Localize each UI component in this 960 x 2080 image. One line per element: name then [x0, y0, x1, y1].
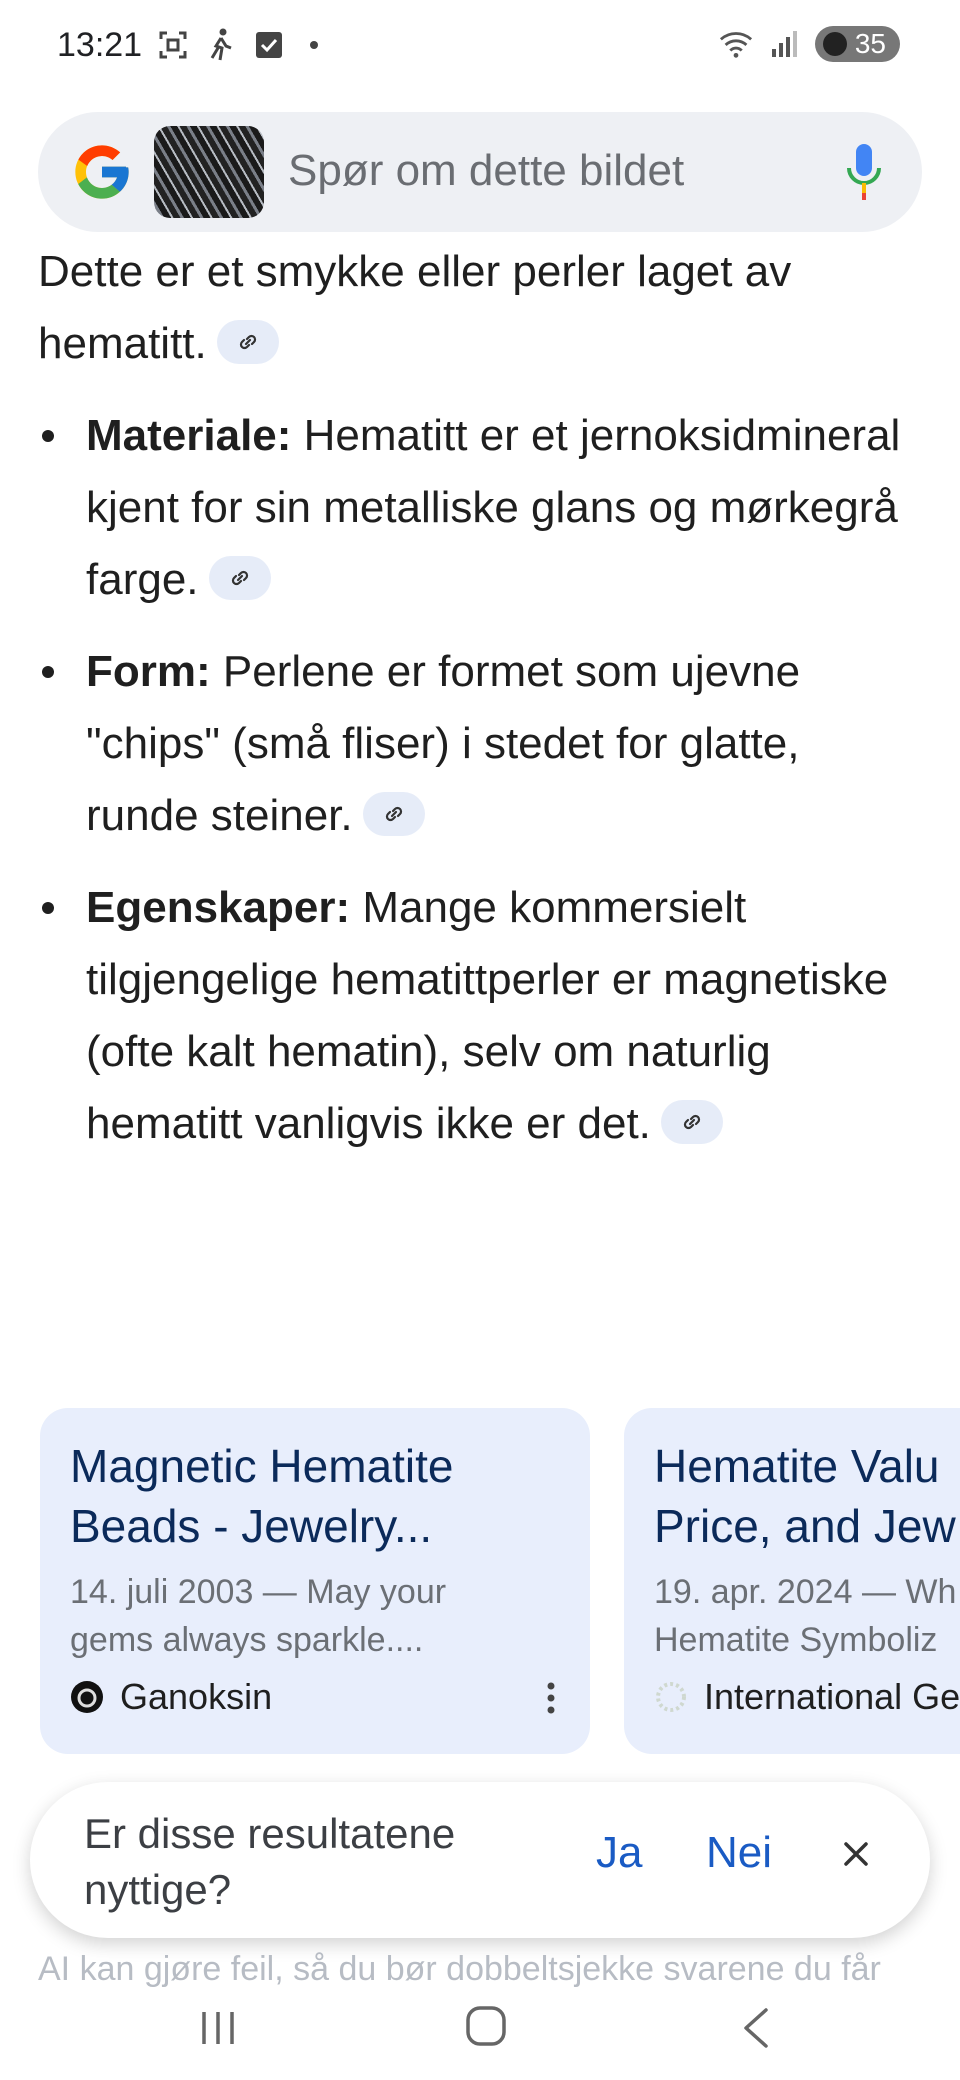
walking-icon: [204, 28, 238, 62]
search-bar[interactable]: Spør om dette bildet: [38, 112, 922, 232]
close-icon[interactable]: [836, 1834, 876, 1874]
card-snippet: 19. apr. 2024 — Wh Hematite Symboliz: [654, 1568, 960, 1664]
ganoksin-favicon-icon: [71, 1681, 103, 1713]
list-item: Materiale: Hematitt er et jernoksidminer…: [38, 400, 922, 616]
source-cards-carousel[interactable]: Magnetic Hematite Beads - Jewelry... 14.…: [40, 1408, 960, 1758]
card-title[interactable]: Magnetic Hematite Beads - Jewelry...: [70, 1436, 590, 1556]
bullet-title: Materiale:: [86, 411, 292, 460]
notification-dot-icon: [310, 41, 318, 49]
feedback-prompt: Er disse resultatene nyttige? Ja Nei: [30, 1782, 930, 1938]
status-bar: 13:21 35: [0, 0, 960, 96]
card-snippet-line: gems always sparkle....: [70, 1621, 424, 1659]
source-card[interactable]: Magnetic Hematite Beads - Jewelry... 14.…: [40, 1408, 590, 1754]
card-title-line: Price, and Jew: [654, 1500, 956, 1552]
link-icon: [239, 335, 256, 350]
feedback-question: Er disse resultatene nyttige?: [84, 1810, 456, 1913]
card-source: International Ge: [654, 1676, 960, 1718]
card-snippet-line: Hematite Symboliz: [654, 1621, 938, 1659]
battery-level: 35: [854, 28, 886, 59]
link-icon: [231, 571, 248, 586]
screenshot-icon: [156, 28, 190, 62]
wifi-icon: [719, 27, 753, 61]
card-source: Ganoksin: [70, 1676, 272, 1718]
microphone-icon[interactable]: [844, 142, 884, 202]
source-link-chip[interactable]: [660, 1100, 723, 1145]
answer-intro-text: Dette er et smykke eller perler laget av…: [38, 247, 792, 368]
gia-favicon-icon: [656, 1682, 686, 1712]
home-icon[interactable]: [464, 2004, 508, 2048]
system-navigation-bar: [0, 1990, 960, 2080]
checkbox-icon: [252, 28, 286, 62]
more-options-icon[interactable]: [546, 1678, 556, 1718]
list-item: Egenskaper: Mange kommersielt tilgjengel…: [38, 872, 922, 1160]
ai-disclaimer: AI kan gjøre feil, så du bør dobbeltsjek…: [38, 1950, 881, 1988]
signal-icon: [767, 27, 801, 61]
link-icon: [683, 1115, 701, 1130]
google-logo-icon[interactable]: [70, 140, 134, 204]
card-snippet-line: 14. juli 2003 — May your: [70, 1573, 447, 1611]
card-title-line: Beads - Jewelry...: [70, 1500, 433, 1552]
card-title[interactable]: Hematite Valu Price, and Jew: [654, 1436, 960, 1556]
battery-saver-icon: [822, 32, 847, 56]
source-link-chip[interactable]: [208, 556, 271, 601]
battery-icon: 35: [814, 26, 900, 62]
bullet-title: Egenskaper:: [86, 883, 351, 932]
source-card[interactable]: Hematite Valu Price, and Jew 19. apr. 20…: [624, 1408, 960, 1754]
answer-intro: Dette er et smykke eller perler laget av…: [38, 236, 922, 380]
status-icons-left: [156, 28, 318, 62]
card-title-line: Magnetic Hematite: [70, 1440, 454, 1492]
card-source-name: Ganoksin: [120, 1676, 273, 1717]
feedback-yes-button[interactable]: Ja: [596, 1828, 642, 1878]
feedback-no-button[interactable]: Nei: [706, 1828, 772, 1878]
status-icons-right: 35: [719, 26, 900, 62]
answer-bullets: Materiale: Hematitt er et jernoksidminer…: [38, 400, 922, 1160]
source-link-chip[interactable]: [216, 320, 279, 365]
search-input[interactable]: Spør om dette bildet: [288, 146, 684, 196]
link-icon: [385, 807, 402, 822]
card-source-name: International Ge: [704, 1676, 960, 1717]
bullet-title: Form:: [86, 647, 211, 696]
card-snippet-line: 19. apr. 2024 — Wh: [654, 1573, 957, 1611]
ai-answer: Dette er et smykke eller perler laget av…: [38, 236, 922, 1180]
list-item: Form: Perlene er formet som ujevne "chip…: [38, 636, 922, 852]
card-title-line: Hematite Valu: [654, 1440, 940, 1492]
recent-apps-icon[interactable]: [198, 2008, 238, 2048]
query-image-thumbnail[interactable]: [154, 126, 264, 218]
back-icon[interactable]: [738, 2006, 774, 2050]
card-snippet: 14. juli 2003 — May your gems always spa…: [70, 1568, 570, 1664]
source-link-chip[interactable]: [362, 792, 425, 837]
status-time: 13:21: [57, 26, 143, 64]
